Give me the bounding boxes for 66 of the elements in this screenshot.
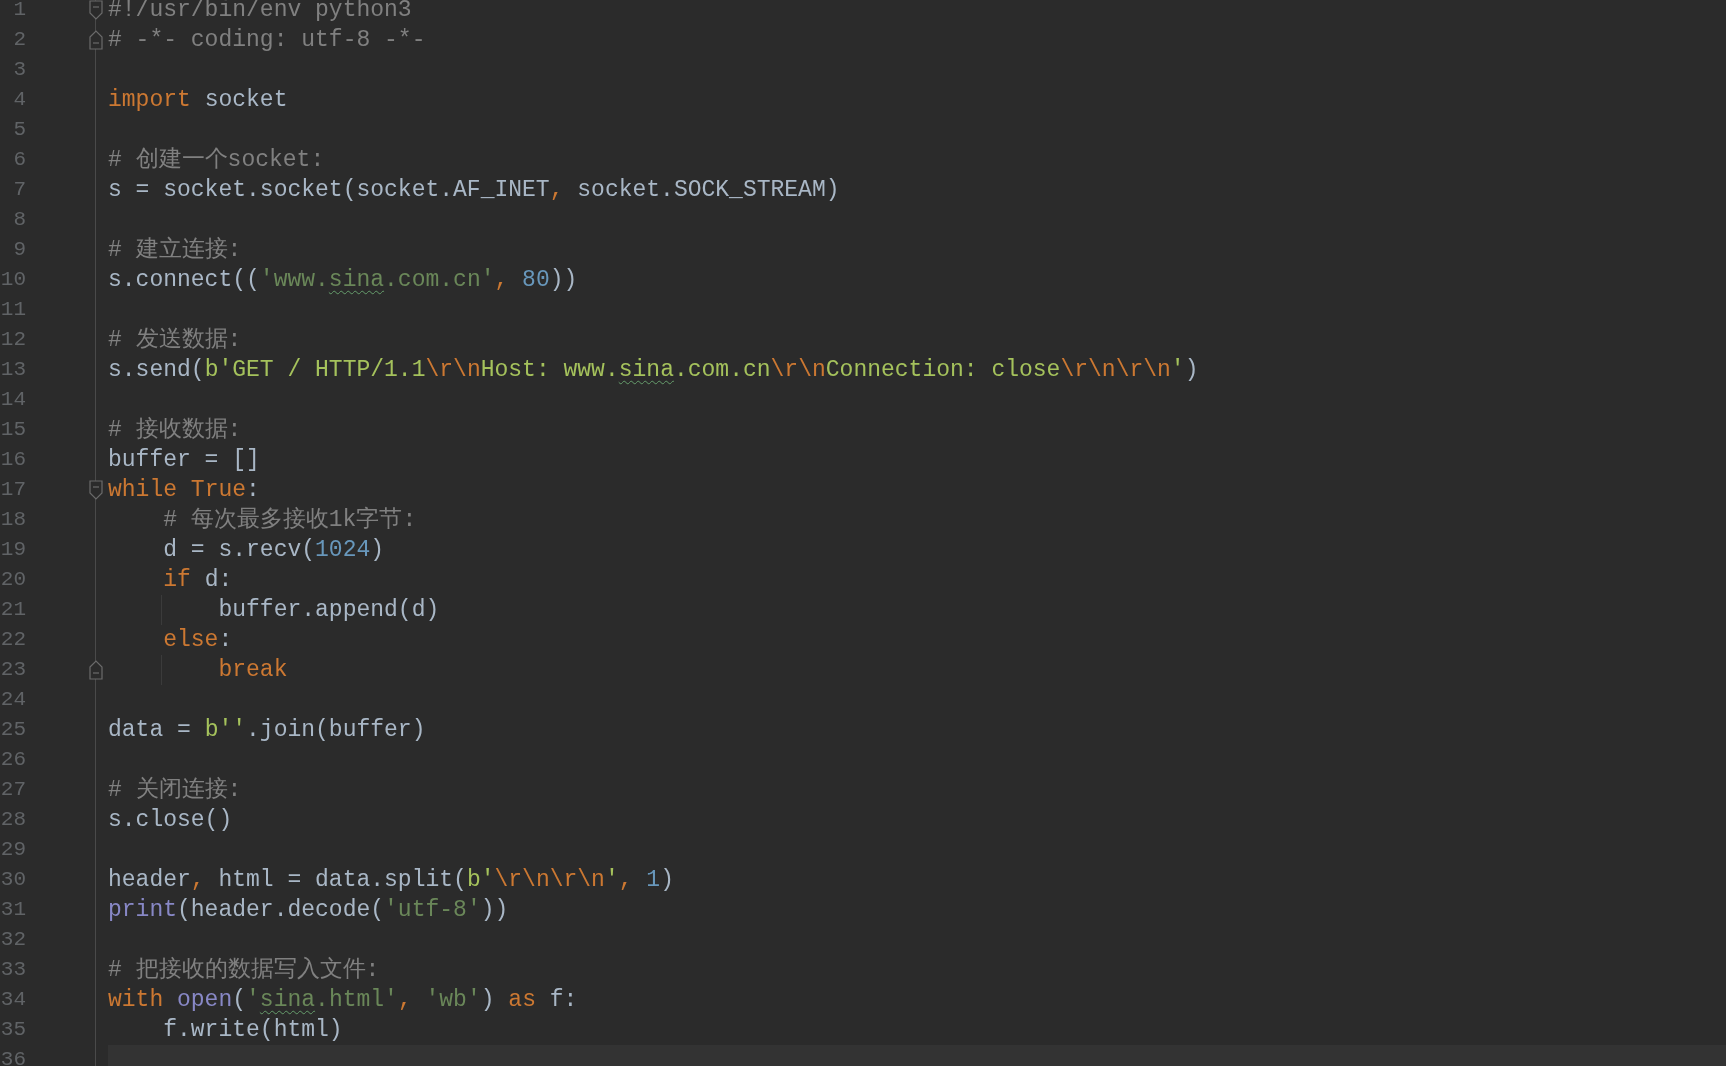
line-number: 6 (12, 147, 26, 173)
code-line: else: (162, 627, 233, 653)
code-line: s.connect(('www.sina.com.cn', 80)) (108, 267, 578, 293)
code-line: s.send(b'GET / HTTP/1.1\r\nHost: www.sina.com.cn\r\nConnection: close\r\n\r\n') (108, 357, 1199, 383)
fold-icon[interactable] (89, 480, 103, 500)
code-line: s.close() (108, 807, 233, 833)
line-number: 19 (0, 537, 26, 563)
line-number: 24 (0, 687, 26, 713)
line-number: 12 (0, 327, 26, 353)
code-line: # 发送数据: (108, 327, 242, 353)
line-number: 25 (0, 717, 26, 743)
fold-icon[interactable] (89, 660, 103, 680)
line-number: 14 (0, 387, 26, 413)
line-number: 2 (12, 27, 26, 53)
code-line: if d: (162, 567, 233, 593)
line-number: 17 (0, 477, 26, 503)
line-number: 28 (0, 807, 26, 833)
code-line: # 建立连接: (108, 237, 242, 263)
code-line: import socket (108, 87, 288, 113)
line-number: 21 (0, 597, 26, 623)
line-number: 22 (0, 627, 26, 653)
line-number: 32 (0, 927, 26, 953)
line-number: 8 (12, 207, 26, 233)
line-number: 20 (0, 567, 26, 593)
code-line: s = socket.socket(socket.AF_INET, socket.SOCK_STREAM) (108, 177, 840, 203)
code-line: f.write(html) (162, 1017, 343, 1043)
line-number: 29 (0, 837, 26, 863)
code-line: data = b''.join(buffer) (108, 717, 426, 743)
line-number: 7 (12, 177, 26, 203)
line-number: 16 (0, 447, 26, 473)
line-number: 34 (0, 987, 26, 1013)
code-line: d = s.recv(1024) (162, 537, 385, 563)
line-number: 23 (0, 657, 26, 683)
line-number: 30 (0, 867, 26, 893)
code-line: buffer.append(d) (217, 597, 440, 623)
line-number: 1 (12, 0, 26, 23)
code-line: # 每次最多接收1k字节: (162, 507, 417, 533)
line-number: 13 (0, 357, 26, 383)
line-number: 9 (12, 237, 26, 263)
line-number: 31 (0, 897, 26, 923)
line-number: 4 (12, 87, 26, 113)
line-number: 36 (0, 1047, 26, 1066)
line-number: 33 (0, 957, 26, 983)
line-number: 3 (12, 57, 26, 83)
code-line: print(header.decode('utf-8')) (108, 897, 509, 923)
code-line: # -*- coding: utf-8 -*- (108, 27, 426, 53)
line-number: 10 (0, 267, 26, 293)
line-number: 11 (0, 297, 26, 323)
line-number: 35 (0, 1017, 26, 1043)
code-line: buffer = [] (108, 447, 260, 473)
code-line: # 关闭连接: (108, 777, 242, 803)
code-line: # 接收数据: (108, 417, 242, 443)
line-number: 18 (0, 507, 26, 533)
code-line: # 把接收的数据写入文件: (108, 957, 380, 983)
code-line: # 创建一个socket: (108, 147, 325, 173)
fold-icon[interactable] (89, 30, 103, 50)
code-line: break (217, 657, 288, 683)
line-number: 26 (0, 747, 26, 773)
line-number: 5 (12, 117, 26, 143)
fold-icon[interactable] (89, 0, 103, 20)
line-number: 15 (0, 417, 26, 443)
code-line: with open('sina.html', 'wb') as f: (108, 987, 578, 1013)
code-line: header, html = data.split(b'\r\n\r\n', 1) (108, 867, 674, 893)
line-number: 27 (0, 777, 26, 803)
code-line: while True: (108, 477, 260, 503)
code-line: #!/usr/bin/env python3 (108, 0, 412, 23)
